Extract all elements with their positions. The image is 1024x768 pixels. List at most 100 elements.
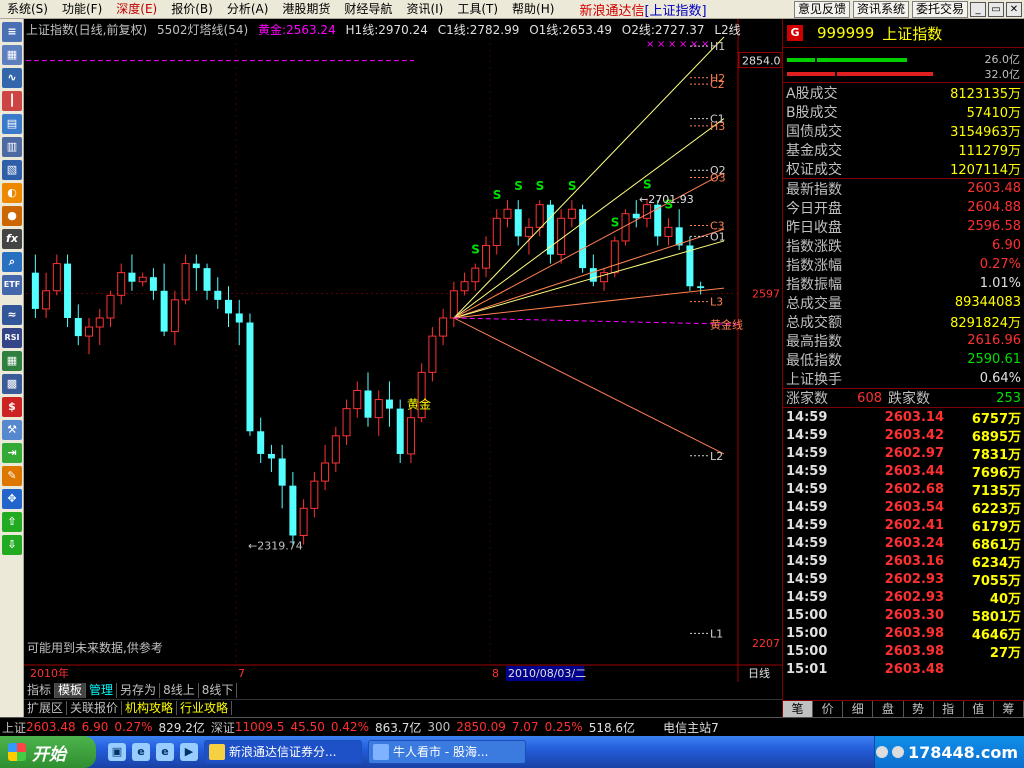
restore-icon[interactable]: ▭: [988, 1, 1004, 17]
tab-8-line-up[interactable]: 8线上: [160, 683, 199, 698]
tick-price: 2603.48: [884, 661, 944, 677]
trade-button[interactable]: 委托交易: [911, 0, 968, 18]
tick-row: 14:59 2602.68 7135万: [783, 480, 1024, 499]
candle-body-down: [697, 286, 705, 289]
candle-body-up: [321, 462, 330, 482]
menu-function[interactable]: 功能(F): [55, 0, 109, 19]
tick-volume: 6223万: [971, 501, 1021, 517]
tab-tick[interactable]: 笔: [783, 701, 814, 717]
tab-price[interactable]: 价: [813, 701, 844, 717]
kline-chart-area[interactable]: × × × × × × H1 H2 C2 C1 H3 O2 O3 C3 O1 L3 L2 L1 黄金线 S S S S S S S…: [24, 19, 782, 682]
pencil-icon[interactable]: ✎: [2, 466, 22, 486]
formula-icon[interactable]: fx: [2, 229, 22, 249]
kline-icon[interactable]: ┃: [2, 91, 22, 111]
intraday-icon[interactable]: ▦: [2, 45, 22, 65]
tab-manage[interactable]: 管理: [86, 683, 118, 698]
ie-icon-2[interactable]: e: [156, 743, 174, 761]
menu-help[interactable]: 帮助(H): [505, 0, 561, 19]
tab-value[interactable]: 值: [964, 701, 994, 717]
candle-body-up: [310, 480, 319, 509]
table-icon[interactable]: ▦: [2, 351, 22, 371]
tab-chips[interactable]: 筹: [994, 701, 1024, 717]
media-icon[interactable]: ▶: [180, 743, 198, 761]
menu-quote[interactable]: 报价(B): [164, 0, 220, 19]
candle-body-down: [267, 453, 275, 459]
tick-time: 15:00: [786, 643, 828, 659]
menu-tools[interactable]: 工具(T): [450, 0, 505, 19]
tab-index[interactable]: 指: [934, 701, 964, 717]
kline-chart[interactable]: × × × × × × H1H2C2C1H3O2O3C3O1L3L2L1黄金线SSS S SSS…: [24, 19, 782, 682]
tab-related-quote[interactable]: 关联报价: [67, 700, 123, 715]
up-arrow-icon[interactable]: ⇧: [2, 512, 22, 532]
sh-change: 6.90: [81, 720, 109, 734]
wrench-icon[interactable]: ⚒: [2, 420, 22, 440]
menu-hk-futures[interactable]: 港股期货: [275, 0, 337, 19]
volume-label: 基金成交: [786, 142, 842, 159]
gold-value: 黄金:2563.24: [258, 23, 336, 37]
price-row: 最低指数 2590.61: [783, 350, 1024, 369]
time-axis-year: 2010年: [30, 666, 69, 680]
tab-indicator[interactable]: 指标: [24, 683, 56, 698]
sector-icon[interactable]: ◐: [2, 183, 22, 203]
tab-extension[interactable]: 扩展区: [24, 700, 68, 715]
tab-trend[interactable]: 势: [904, 701, 934, 717]
sell-signal: S: [568, 179, 577, 193]
tab-save-as[interactable]: 另存为: [117, 683, 161, 698]
feedback-button[interactable]: 意见反馈: [793, 0, 850, 18]
desktop-icon[interactable]: ▣: [108, 743, 126, 761]
menu-depth[interactable]: 深度(E): [109, 0, 164, 19]
price-axis-mid: 2597: [752, 288, 780, 301]
wave-icon[interactable]: ≈: [2, 305, 22, 325]
tick-time: 15:00: [786, 625, 828, 641]
tab-detail[interactable]: 细: [843, 701, 874, 717]
report-icon[interactable]: ▧: [2, 160, 22, 180]
tick-volume: 27万: [989, 645, 1021, 661]
tab-institution-strategy[interactable]: 机构攻略: [122, 700, 178, 715]
tick-price: 2602.41: [884, 517, 944, 533]
f10-icon[interactable]: ▥: [2, 137, 22, 157]
server-name[interactable]: 电信主站7: [663, 719, 719, 736]
etf-icon[interactable]: ETF: [2, 275, 22, 295]
down-arrow-icon[interactable]: ⇩: [2, 535, 22, 555]
gold-line-label: 黄金线: [710, 317, 743, 331]
price-label: 上证换手: [786, 371, 842, 388]
task-tongdaxin[interactable]: 新浪通达信证券分...: [204, 740, 362, 764]
search-icon[interactable]: ⌕: [2, 252, 22, 272]
line-label: L2: [710, 450, 723, 463]
candle-body-down: [364, 390, 372, 418]
price-rows: 最新指数 2603.48 今日开盘 2604.88 昨日收盘 2596.58 指数涨跌 6.9…: [783, 179, 1024, 389]
tab-template[interactable]: 模板: [55, 683, 87, 698]
rsi-icon[interactable]: RSI: [2, 328, 22, 348]
tick-price: 2603.16: [884, 553, 944, 569]
line-chart-icon[interactable]: ∿: [2, 68, 22, 88]
dollar-icon[interactable]: $: [2, 397, 22, 417]
minimize-icon[interactable]: _: [970, 1, 986, 17]
menu-finance-nav[interactable]: 财经导航: [337, 0, 399, 19]
quote-list-icon[interactable]: ≡: [2, 22, 22, 42]
info-system-button[interactable]: 资讯系统: [852, 0, 909, 18]
menu-analysis[interactable]: 分析(A): [220, 0, 276, 19]
tab-8-line-down[interactable]: 8线下: [199, 683, 238, 698]
g-badge-icon[interactable]: G: [787, 25, 803, 41]
export-icon[interactable]: ⇥: [2, 443, 22, 463]
tray-icon[interactable]: [891, 746, 904, 758]
start-button[interactable]: 开始: [0, 736, 96, 768]
ie-icon[interactable]: e: [132, 743, 150, 761]
menu-info[interactable]: 资讯(I): [399, 0, 450, 19]
task-browser[interactable]: 牛人看市 - 股海...: [368, 740, 526, 764]
grid-icon[interactable]: ▩: [2, 374, 22, 394]
move-icon[interactable]: ✥: [2, 489, 22, 509]
sell-amount-bar: [837, 72, 933, 76]
tray-icon[interactable]: [875, 746, 888, 758]
candle-body-up: [524, 226, 533, 237]
users-icon[interactable]: ●: [2, 206, 22, 226]
close-icon[interactable]: ✕: [1006, 1, 1022, 17]
app-title: 新浪通达信[上证指数]: [561, 0, 706, 19]
price-value: 2616.96: [967, 333, 1021, 348]
tick-list: 14:59 2603.14 6757万 14:59 2603.42 6895万 14:59 2…: [783, 408, 1024, 678]
top-marker: ×: [701, 39, 709, 50]
menu-system[interactable]: 系统(S): [0, 0, 55, 19]
news-icon[interactable]: ▤: [2, 114, 22, 134]
tab-industry-strategy[interactable]: 行业攻略: [177, 700, 233, 715]
tab-order-book[interactable]: 盘: [873, 701, 904, 717]
